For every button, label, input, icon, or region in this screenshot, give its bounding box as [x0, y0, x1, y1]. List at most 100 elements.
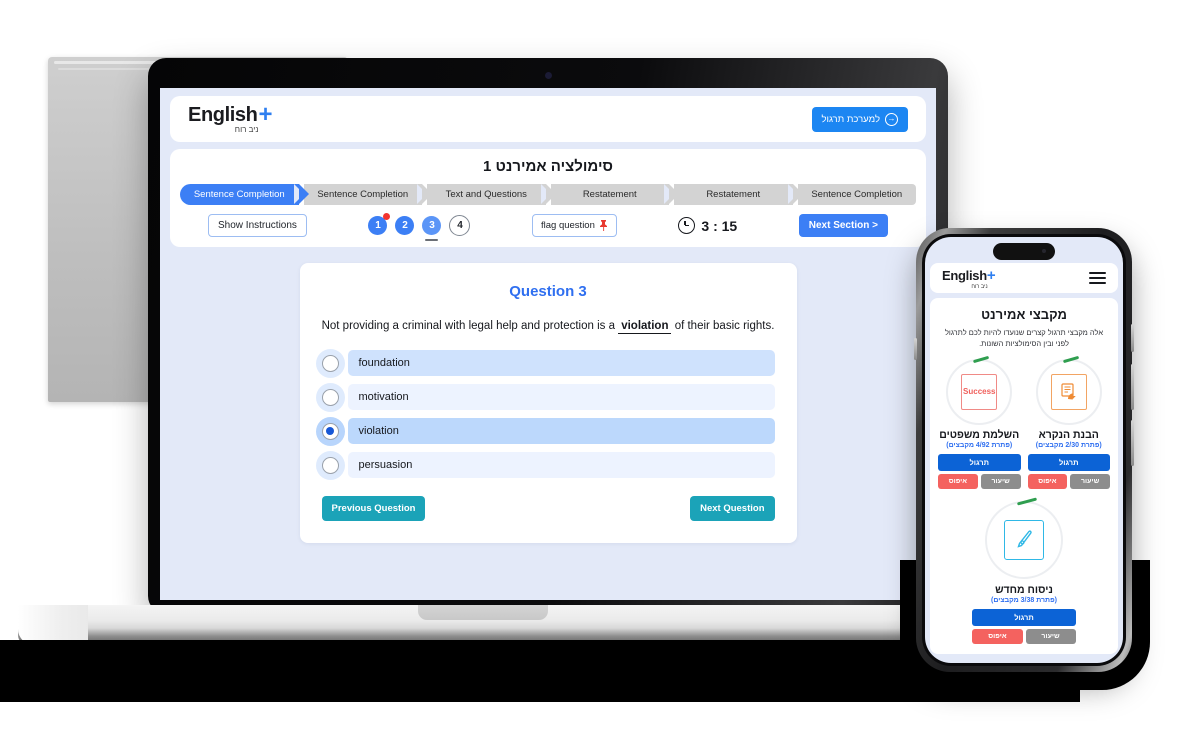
phone-volume-up-button[interactable] [1131, 364, 1134, 410]
practice-card-progress: (פתרת 3/38 מקבצים) [991, 596, 1057, 604]
radio-button-2[interactable] [321, 388, 339, 406]
answer-option-2[interactable]: motivation [321, 384, 775, 410]
radio-button-4[interactable] [321, 456, 339, 474]
question-text-before: Not providing a criminal with legal help… [321, 320, 615, 332]
practice-card-progress: (פתרת 4/92 מקבצים) [946, 441, 1013, 449]
breadcrumb-item-6[interactable]: Sentence Completion [787, 184, 916, 205]
answer-option-1-label: foundation [347, 350, 775, 376]
phone-volume-down-button[interactable] [1131, 420, 1134, 466]
exam-timer: 3 : 15 [678, 217, 737, 234]
practice-button-label: למערכת תרגול [821, 113, 880, 125]
laptop-device: English + ניב רוח → למערכת תרגול סימולצי… [148, 58, 948, 614]
webcam-icon [544, 72, 552, 79]
exam-page: English + ניב רוח → למערכת תרגול סימולצי… [160, 88, 936, 600]
exam-nav-card: סימולציה אמירנט 1 Sentence Completion Se… [170, 149, 926, 247]
practice-card-grid: Success השלמת משפטים (פתרת 4/92 מקבצים) … [938, 358, 1110, 489]
phone-header: English + ניב רוח [930, 263, 1118, 293]
radio-button-3[interactable] [321, 422, 339, 440]
breadcrumb-item-1[interactable]: Sentence Completion [180, 184, 308, 205]
flag-indicator-icon [383, 213, 391, 220]
clock-icon [678, 217, 696, 234]
scene: English + ניב רוח → למערכת תרגול סימולצי… [0, 0, 1200, 732]
progress-ring: Success [946, 358, 1013, 425]
question-number-3[interactable]: 3 [422, 216, 442, 241]
breadcrumb-item-2[interactable]: Sentence Completion [293, 184, 432, 205]
pin-icon [599, 220, 607, 231]
show-instructions-button[interactable]: Show Instructions [208, 214, 307, 237]
progress-ring [1035, 358, 1102, 425]
practice-system-button[interactable]: → למערכת תרגול [811, 106, 908, 132]
laptop-base-notch [418, 605, 548, 620]
practice-button[interactable]: תרגול [938, 453, 1021, 471]
breadcrumb-item-4[interactable]: Restatement [540, 184, 679, 205]
plus-icon: + [258, 100, 273, 128]
exam-toolbar: Show Instructions 1 2 3 4 flag question … [180, 205, 916, 247]
question-card: Question 3 Not providing a criminal with… [299, 263, 797, 543]
answer-option-3-label: violation [347, 418, 775, 444]
question-number-2[interactable]: 2 [395, 216, 415, 235]
practice-card-restatement: ניסוח מחדש (פתרת 3/38 מקבצים) תרגול איפו… [972, 500, 1076, 644]
next-question-button[interactable]: Next Question [690, 496, 775, 521]
reset-button[interactable]: איפוס [938, 473, 978, 489]
question-number-4[interactable]: 4 [449, 215, 471, 236]
question-area: Question 3 Not providing a criminal with… [170, 247, 926, 543]
practice-card-title: השלמת משפטים [939, 428, 1020, 441]
laptop-base [18, 605, 948, 645]
logo-subtitle: ניב רוח [234, 124, 259, 134]
reading-hand-icon [1050, 373, 1087, 410]
next-section-button[interactable]: Next Section > [798, 214, 888, 237]
laptop-base-left-cap [18, 605, 88, 645]
circle-arrow-icon: → [885, 112, 898, 126]
lesson-button[interactable]: שיעור [1070, 473, 1110, 489]
radio-button-1[interactable] [321, 354, 339, 372]
timer-value: 3 : 15 [701, 217, 738, 234]
answer-option-4-label: persuasion [347, 452, 775, 478]
question-title: Question 3 [509, 283, 587, 300]
brand-logo: English + ניב רוח [188, 100, 273, 134]
question-text-after: of their basic rights. [674, 320, 775, 332]
reset-button[interactable]: איפוס [972, 628, 1023, 644]
phone-bezel: English + ניב רוח מקבצי אמירנט אלה מקבצי… [922, 234, 1126, 666]
laptop-screen: English + ניב רוח → למערכת תרגול סימולצי… [160, 88, 936, 600]
lesson-button[interactable]: שיעור [1025, 628, 1076, 644]
phone-page-description: אלה מקבצי תרגול קצרים שנועדו להיות לכם ל… [944, 328, 1104, 349]
answer-option-4[interactable]: persuasion [321, 452, 775, 478]
flag-question-label: flag question [541, 220, 595, 231]
phone-screen: English + ניב רוח מקבצי אמירנט אלה מקבצי… [925, 237, 1123, 663]
practice-card-title: ניסוח מחדש [995, 583, 1053, 596]
phone-mute-switch[interactable] [914, 338, 917, 360]
answer-option-3[interactable]: violation [321, 418, 775, 444]
practice-button[interactable]: תרגול [1027, 453, 1110, 471]
phone-brand-logo: English + ניב רוח [942, 267, 996, 290]
dynamic-island [993, 243, 1055, 260]
question-number-1[interactable]: 1 [368, 213, 391, 235]
lesson-button[interactable]: שיעור [980, 473, 1021, 489]
answer-option-1[interactable]: foundation [321, 350, 775, 376]
practice-card-reading-comprehension: הבנת הנקרא (פתרת 2/30 מקבצים) תרגול איפו… [1027, 358, 1110, 489]
page-title: סימולציה אמירנט 1 [483, 158, 613, 175]
practice-card-sentence-completion: Success השלמת משפטים (פתרת 4/92 מקבצים) … [938, 358, 1021, 489]
phone-content: מקבצי אמירנט אלה מקבצי תרגול קצרים שנועד… [930, 298, 1118, 654]
breadcrumb-item-3[interactable]: Text and Questions [417, 184, 555, 205]
practice-button[interactable]: תרגול [972, 608, 1076, 626]
practice-card-progress: (פתרת 2/30 מקבצים) [1035, 441, 1102, 449]
practice-card-title: הבנת הנקרא [1038, 428, 1099, 441]
question-text: Not providing a criminal with legal help… [321, 320, 775, 334]
question-number-2-label: 2 [402, 220, 408, 231]
logo-text: English [188, 103, 258, 126]
answer-option-2-label: motivation [347, 384, 775, 410]
question-answer-word: violation [618, 320, 672, 334]
reset-button[interactable]: איפוס [1027, 473, 1068, 489]
hamburger-menu-icon[interactable] [1089, 271, 1106, 285]
progress-ring [985, 500, 1063, 579]
question-footer: Previous Question Next Question [321, 496, 775, 521]
site-header: English + ניב רוח → למערכת תרגול [170, 96, 926, 142]
flag-question-button[interactable]: flag question [532, 214, 617, 237]
previous-question-button[interactable]: Previous Question [321, 496, 426, 521]
question-number-1-label: 1 [375, 220, 381, 231]
phone-power-button[interactable] [1131, 324, 1134, 352]
laptop-base-shadow [18, 640, 948, 702]
phone-logo-subtitle: ניב רוח [971, 283, 988, 290]
phone-page-title: מקבצי אמירנט [981, 307, 1067, 322]
breadcrumb-item-5[interactable]: Restatement [664, 184, 802, 205]
